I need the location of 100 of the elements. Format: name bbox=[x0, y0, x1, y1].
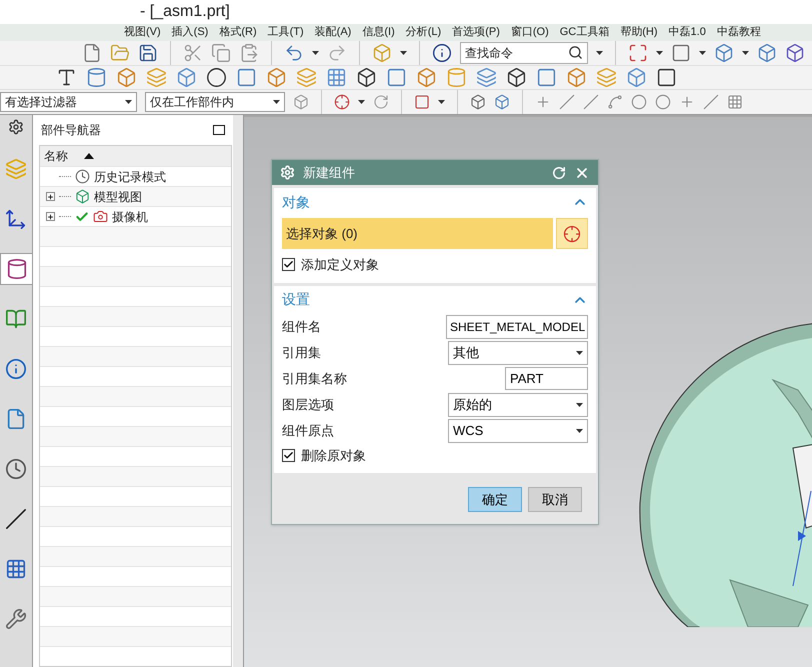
checkbox[interactable] bbox=[282, 258, 295, 272]
menu-item[interactable]: 首选项(P) bbox=[452, 24, 500, 41]
menu-item[interactable]: 信息(I) bbox=[362, 24, 395, 41]
layers-icon[interactable] bbox=[596, 66, 617, 88]
panel-splitter[interactable] bbox=[233, 115, 244, 667]
layers-icon[interactable] bbox=[476, 66, 497, 88]
line-icon[interactable] bbox=[703, 94, 719, 110]
redo-icon[interactable] bbox=[327, 42, 347, 63]
cube-icon[interactable] bbox=[470, 94, 486, 110]
menu-item[interactable]: 中磊教程 bbox=[716, 24, 761, 41]
menu-item[interactable]: 格式(R) bbox=[219, 24, 257, 41]
menu-item[interactable]: 装配(A) bbox=[314, 24, 352, 41]
grid-icon[interactable] bbox=[727, 94, 743, 110]
sort-arrow-icon[interactable] bbox=[84, 153, 94, 159]
crosshair-icon[interactable] bbox=[334, 94, 350, 110]
tree-row[interactable]: 摄像机 bbox=[40, 206, 231, 226]
dropdown[interactable]: WCS bbox=[448, 418, 588, 442]
circle-icon[interactable] bbox=[206, 66, 227, 88]
rotate-icon[interactable] bbox=[373, 94, 389, 110]
field-label: 组件名 bbox=[282, 318, 321, 336]
checkbox-label: 添加定义对象 bbox=[301, 256, 379, 274]
caret-icon[interactable] bbox=[358, 100, 365, 104]
undo-icon[interactable] bbox=[284, 42, 304, 63]
info-icon[interactable] bbox=[432, 42, 452, 63]
plus-icon[interactable] bbox=[535, 94, 551, 110]
checkbox-label: 删除原对象 bbox=[301, 446, 366, 464]
dropdown[interactable]: 仅在工作部件内 bbox=[145, 92, 285, 112]
curve-icon[interactable] bbox=[607, 94, 623, 110]
dialog-button[interactable]: 确定 bbox=[468, 487, 522, 512]
fit-view-icon[interactable] bbox=[628, 42, 648, 63]
menu-item[interactable]: 工具(T) bbox=[268, 24, 304, 41]
caret-icon[interactable] bbox=[699, 50, 706, 55]
selection-field[interactable]: 选择对象 (0) bbox=[282, 218, 553, 249]
dropdown[interactable]: 其他 bbox=[448, 340, 588, 364]
maximize-icon[interactable] bbox=[213, 125, 225, 135]
caret-icon[interactable] bbox=[438, 100, 445, 104]
column-header[interactable]: 名称 bbox=[40, 146, 231, 166]
menu-item[interactable]: GC工具箱 bbox=[560, 24, 610, 41]
cylinder-icon[interactable] bbox=[86, 66, 107, 88]
plus-icon[interactable] bbox=[679, 94, 695, 110]
panel-title: 部件导航器 bbox=[41, 122, 101, 139]
reset-icon[interactable] bbox=[552, 166, 566, 180]
crosshair-button[interactable] bbox=[556, 218, 588, 249]
tree-label: 摄像机 bbox=[112, 208, 148, 226]
cube-icon[interactable] bbox=[356, 66, 377, 88]
new-file-icon[interactable] bbox=[82, 42, 102, 63]
dialog-title: 新建组件 bbox=[303, 164, 356, 182]
dropdown[interactable]: 有选择过滤器 bbox=[0, 92, 137, 112]
tree-row[interactable]: 历史记录模式 bbox=[40, 166, 231, 186]
navigator-tab[interactable] bbox=[0, 253, 32, 285]
wireframe-cube-icon[interactable] bbox=[785, 42, 805, 63]
menu-item[interactable]: 视图(V) bbox=[124, 24, 161, 41]
text-field[interactable]: SHEET_METAL_MODEL bbox=[446, 314, 588, 338]
caret-icon[interactable] bbox=[125, 100, 132, 104]
dialog-button[interactable]: 取消 bbox=[528, 487, 582, 512]
settings-icon[interactable] bbox=[8, 119, 24, 135]
dropdown[interactable]: 原始的 bbox=[448, 392, 588, 416]
caret-icon[interactable] bbox=[273, 100, 280, 104]
search-icon[interactable] bbox=[568, 45, 583, 60]
menu-item[interactable]: 插入(S) bbox=[172, 24, 208, 41]
expand-toggle[interactable] bbox=[46, 212, 55, 221]
tree-label: 模型视图 bbox=[94, 188, 142, 206]
paste-icon[interactable] bbox=[239, 42, 259, 63]
tree-label: 历史记录模式 bbox=[94, 168, 166, 186]
save-icon[interactable] bbox=[138, 42, 158, 63]
square-icon[interactable] bbox=[656, 66, 677, 88]
caret-icon[interactable] bbox=[400, 50, 407, 55]
tree-row[interactable]: 模型视图 bbox=[40, 186, 231, 206]
line-icon[interactable] bbox=[559, 94, 575, 110]
cube-icon[interactable] bbox=[506, 66, 527, 88]
caret-icon[interactable] bbox=[576, 402, 583, 406]
info-icon bbox=[5, 358, 27, 380]
field-label: 图层选项 bbox=[282, 396, 334, 414]
window-title: - [_asm1.prt] bbox=[140, 2, 230, 22]
caret-icon[interactable] bbox=[742, 50, 749, 55]
field-label: 组件原点 bbox=[282, 422, 334, 440]
command-search-field[interactable]: 查找命令 bbox=[460, 42, 588, 64]
caret-icon[interactable] bbox=[576, 428, 583, 432]
layers-icon[interactable] bbox=[296, 66, 317, 88]
clock-icon bbox=[75, 169, 90, 184]
expand-toggle[interactable] bbox=[46, 192, 55, 201]
menu-item[interactable]: 中磊1.0 bbox=[668, 24, 706, 41]
caret-icon[interactable] bbox=[596, 50, 603, 55]
document-icon bbox=[5, 408, 27, 430]
menu-item[interactable]: 分析(L) bbox=[406, 24, 442, 41]
menu-item[interactable]: 帮助(H) bbox=[620, 24, 658, 41]
camera-icon bbox=[93, 209, 108, 224]
text-field[interactable]: PART bbox=[505, 367, 588, 390]
caret-icon[interactable] bbox=[656, 50, 663, 55]
caret-icon[interactable] bbox=[312, 50, 319, 55]
checkbox[interactable] bbox=[282, 448, 295, 462]
caret-icon[interactable] bbox=[576, 350, 583, 354]
menu-item[interactable]: 窗口(O) bbox=[510, 24, 549, 41]
crosshair-icon bbox=[563, 224, 581, 242]
folder-icon[interactable] bbox=[110, 42, 130, 63]
books-icon bbox=[5, 308, 27, 330]
grid-icon[interactable] bbox=[326, 66, 347, 88]
cube-icon bbox=[75, 189, 90, 204]
wrench-icon bbox=[5, 608, 27, 630]
line-icon[interactable] bbox=[583, 94, 599, 110]
